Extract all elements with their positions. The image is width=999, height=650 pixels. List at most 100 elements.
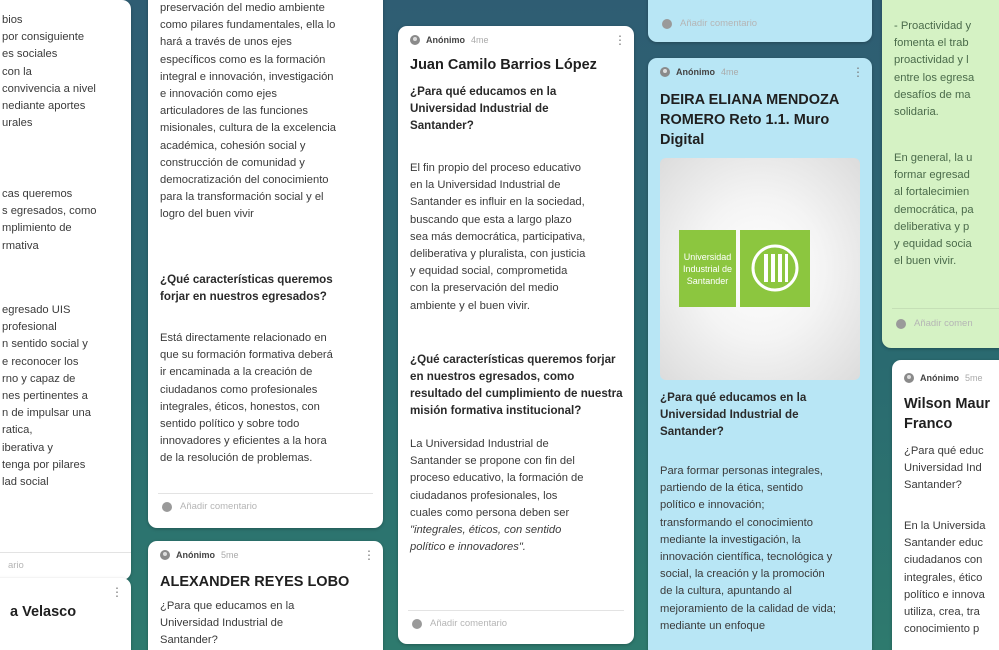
text-line: Santander educ bbox=[904, 537, 983, 550]
text-line: Santander? bbox=[904, 479, 962, 492]
more-options-icon[interactable]: ⋮ bbox=[614, 34, 626, 46]
answer-body: En la Universida Santander educ ciudadanos… bbox=[904, 518, 999, 638]
text-line: integrales, éticos, honestos, con bbox=[160, 400, 320, 413]
text-line: Santander? bbox=[160, 634, 218, 647]
text-line: egresado UIS bbox=[2, 304, 71, 316]
post-image[interactable]: Universidad Industrial de Santander bbox=[660, 158, 860, 380]
text-line: utiliza, crea, tra bbox=[904, 606, 980, 619]
text-line: entre los egresa bbox=[894, 71, 975, 84]
text-line: desafíos de ma bbox=[894, 88, 971, 101]
text-line: tenga por pilares bbox=[2, 458, 86, 471]
add-comment-button[interactable]: ario bbox=[8, 560, 24, 571]
text-line: Para formar personas integrales, bbox=[660, 465, 823, 477]
text-block: bios por consiguiente es sociales con la con… bbox=[2, 12, 96, 132]
text-line: ciudadanos profesionales, los bbox=[410, 489, 558, 502]
text-line: por consiguiente bbox=[2, 31, 85, 44]
post-title: DEIRA ELIANA MENDOZA ROMERO Reto 1.1. Mu… bbox=[660, 92, 839, 148]
text-line: convivencia a nivel bbox=[2, 82, 96, 95]
text-line: específicos como es la formación bbox=[160, 53, 326, 66]
text-line: ¿Para que educamos en la bbox=[160, 600, 295, 612]
text-line: Universidad Industrial de bbox=[160, 617, 284, 630]
uis-logo-text-block: Universidad Industrial de Santander bbox=[679, 230, 736, 307]
post-title: Wilson Maur Franco bbox=[904, 396, 991, 432]
text-line: partiendo de la ética, sentido bbox=[660, 482, 804, 495]
text-line: construcción de comunidad y bbox=[160, 156, 305, 169]
add-comment-button[interactable]: Añadir comen bbox=[896, 318, 973, 329]
text-line: e reconocer los bbox=[2, 355, 79, 368]
text-line: como pilares fundamentales, ella lo bbox=[160, 19, 336, 32]
text-line: misionales, cultura de la excelencia bbox=[160, 122, 336, 135]
user-avatar-icon bbox=[904, 373, 914, 383]
post-card-col2[interactable]: preservación del medio ambiente como pila… bbox=[148, 0, 383, 528]
text-line: urales bbox=[2, 117, 33, 130]
text-line: social, la creación y la promoción bbox=[660, 568, 825, 581]
question-heading: ¿Para qué educamos en la Universidad Ind… bbox=[660, 391, 807, 438]
text-line: solidaria. bbox=[894, 106, 939, 119]
text-line: logro del buen vivir bbox=[160, 208, 254, 221]
post-author: Anónimo 4me bbox=[410, 35, 489, 45]
post-card-top-col4[interactable]: Añadir comentario bbox=[648, 0, 872, 42]
text-line: hará a través de unos ejes bbox=[160, 36, 292, 49]
text-line: ir encaminada a la creación de bbox=[160, 366, 313, 379]
text-line: político e innova bbox=[904, 588, 985, 601]
post-title: ALEXANDER REYES LOBO bbox=[160, 574, 350, 590]
text-line: político e innovación; bbox=[660, 499, 765, 512]
post-card-col5-top[interactable]: - Proactividad y fomenta el trab proactivi… bbox=[882, 0, 999, 348]
text-line: cas queremos bbox=[2, 188, 73, 200]
text-line: en la Universidad Industrial de bbox=[410, 179, 561, 192]
text-line: En general, la u bbox=[894, 152, 973, 164]
answer-body: El fin propio del proceso educativo en la… bbox=[410, 160, 630, 315]
post-body: - Proactividad y fomenta el trab proactivi… bbox=[894, 18, 999, 121]
user-avatar-icon bbox=[160, 550, 170, 560]
add-comment-button[interactable]: Añadir comentario bbox=[662, 18, 757, 29]
answer-body: La Universidad Industrial de Santander se… bbox=[410, 436, 630, 556]
more-options-icon[interactable]: ⋮ bbox=[363, 549, 375, 561]
text-line: profesional bbox=[2, 321, 57, 334]
text-line: y equidad social, comprometida bbox=[410, 265, 568, 278]
text-line: "integrales, éticos, con sentido bbox=[410, 524, 562, 537]
text-line: lad social bbox=[2, 476, 49, 489]
text-line: n de impulsar una bbox=[2, 407, 91, 420]
text-line: mediante un enfoque bbox=[660, 619, 766, 632]
user-avatar-icon bbox=[162, 501, 172, 512]
text-line: y equidad socia bbox=[894, 238, 972, 251]
post-card-col1[interactable]: bios por consiguiente es sociales con la con… bbox=[0, 0, 131, 580]
text-line: transformando el conocimiento bbox=[660, 516, 813, 529]
post-card-wilson[interactable]: Anónimo 5me Wilson Maur Franco ¿Para qué… bbox=[892, 360, 999, 650]
add-comment-button[interactable]: Añadir comentario bbox=[412, 618, 507, 629]
text-line: para la transformación social y el bbox=[160, 191, 324, 204]
text-line: de la cultura, apuntando al bbox=[660, 585, 792, 598]
post-author: Anónimo 5me bbox=[904, 373, 983, 383]
add-comment-label: Añadir comentario bbox=[430, 618, 508, 629]
more-options-icon[interactable]: ⋮ bbox=[852, 66, 864, 78]
text-line: con la bbox=[2, 65, 32, 78]
post-card-deira[interactable]: Anónimo 4me ⋮ DEIRA ELIANA MENDOZA ROMER… bbox=[648, 58, 872, 650]
text-line: rmativa bbox=[2, 239, 39, 252]
text-line: rno y capaz de bbox=[2, 372, 76, 385]
more-options-icon[interactable]: ⋮ bbox=[111, 586, 123, 598]
text-line: En la Universida bbox=[904, 520, 986, 532]
add-comment-button[interactable]: Añadir comentario bbox=[162, 501, 257, 512]
text-line: ciudadanos como profesionales bbox=[160, 383, 318, 396]
text-line: es sociales bbox=[2, 48, 58, 61]
text-line: ambiente y el buen vivir. bbox=[410, 299, 531, 312]
post-card-alexander[interactable]: Anónimo 5me ⋮ ALEXANDER REYES LOBO ¿Para… bbox=[148, 541, 383, 650]
text-line: integral e innovación, investigación bbox=[160, 70, 334, 83]
question-heading: ¿Para qué educamos en la Universidad Ind… bbox=[410, 85, 557, 132]
add-comment-label: ario bbox=[8, 560, 24, 571]
text-line: s egresados, como bbox=[2, 205, 97, 218]
text-line: n sentido social y bbox=[2, 338, 88, 351]
text-block: cas queremos s egresados, como mplimiento … bbox=[2, 186, 97, 255]
user-avatar-icon bbox=[410, 35, 420, 45]
user-avatar-icon bbox=[662, 18, 672, 29]
text-line: el buen vivir. bbox=[894, 255, 957, 268]
text-line: al fortalecimien bbox=[894, 186, 970, 199]
text-line: académica, cohesión social y bbox=[160, 139, 306, 152]
post-card-juan-camilo[interactable]: Anónimo 4me ⋮ Juan Camilo Barrios López … bbox=[398, 26, 634, 644]
text-line: cuales como persona deben ser bbox=[410, 506, 570, 519]
text-line: democratización del conocimiento bbox=[160, 174, 329, 187]
text-line: ¿Para qué educ bbox=[904, 445, 984, 457]
post-author: Anónimo 5me bbox=[160, 550, 239, 560]
text-line: nediante aportes bbox=[2, 100, 86, 113]
post-card-velasco[interactable]: ⋮ a Velasco bbox=[0, 578, 131, 650]
